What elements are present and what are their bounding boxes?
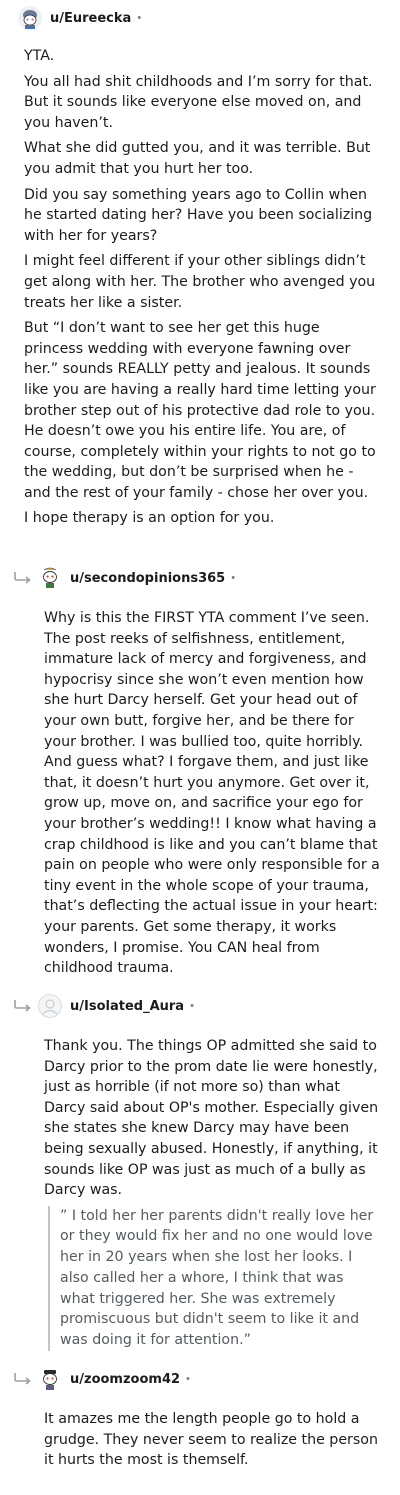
avatar[interactable]: [38, 1367, 62, 1391]
comment-paragraph: I might feel different if your other sib…: [24, 253, 376, 311]
comment-paragraph: YTA.: [24, 48, 55, 64]
snoo-avatar-icon: [38, 566, 62, 590]
snoo-avatar-icon: [38, 1367, 62, 1391]
comment-paragraph: What she did gutted you, and it was terr…: [24, 140, 371, 177]
comment-paragraph: It amazes me the length people go to hol…: [44, 1411, 378, 1469]
avatar[interactable]: [18, 6, 42, 30]
separator-dot: •: [190, 1000, 194, 1012]
comment-body: Thank you. The things OP admitted she sa…: [44, 1036, 380, 1351]
comment-header: u/Eureecka •: [18, 6, 141, 30]
username[interactable]: u/Isolated_Aura: [70, 999, 184, 1014]
comment-body: It amazes me the length people go to hol…: [44, 1409, 380, 1476]
separator-dot: •: [231, 572, 236, 584]
username[interactable]: u/Eureecka: [50, 11, 131, 26]
blockquote: ” I told her her parents didn't really l…: [48, 1205, 380, 1351]
username[interactable]: u/secondopinions365: [70, 571, 225, 586]
comment-paragraph: Thank you. The things OP admitted she sa…: [44, 1038, 379, 1199]
comment-body: YTA. You all had shit childhoods and I’m…: [24, 46, 380, 534]
comment-paragraph: But “I don’t want to see her get this hu…: [24, 320, 376, 501]
username[interactable]: u/zoomzoom42: [70, 1372, 180, 1387]
comment-header: u/secondopinions365 •: [38, 566, 235, 590]
comment-body: Why is this the FIRST YTA comment I’ve s…: [44, 608, 380, 984]
comment-paragraph: I hope therapy is an option for you.: [24, 510, 275, 527]
reply-arrow-icon: [14, 572, 31, 584]
avatar[interactable]: [38, 994, 62, 1018]
quote-text: ” I told her her parents didn't really l…: [60, 1207, 374, 1348]
avatar[interactable]: [38, 566, 62, 590]
comment-header: u/zoomzoom42 •: [38, 1367, 190, 1391]
snoo-avatar-icon: [18, 6, 42, 30]
reply-arrow-icon: [14, 1000, 31, 1012]
reply-arrow-icon: [14, 1373, 31, 1385]
comment-header: u/Isolated_Aura •: [38, 994, 194, 1018]
default-avatar-icon: [38, 994, 62, 1018]
separator-dot: •: [186, 1373, 190, 1385]
separator-dot: •: [137, 12, 142, 24]
comment-paragraph: Did you say something years ago to Colli…: [24, 186, 373, 244]
comment-paragraph: Why is this the FIRST YTA comment I’ve s…: [44, 610, 380, 977]
comment-paragraph: You all had shit childhoods and I’m sorr…: [24, 73, 373, 131]
